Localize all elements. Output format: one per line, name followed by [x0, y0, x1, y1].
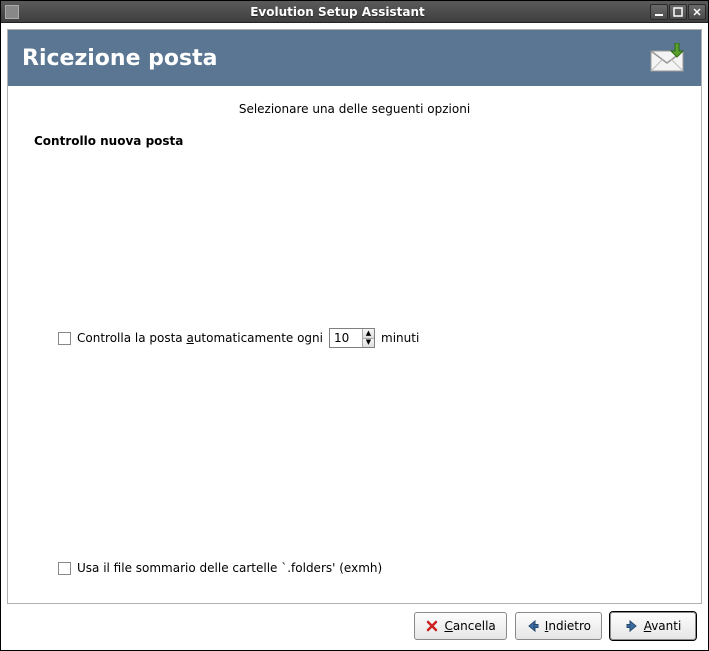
- app-icon: [5, 5, 19, 19]
- page-title: Ricezione posta: [22, 46, 647, 71]
- client-area: Ricezione posta Selezionare una delle se…: [1, 23, 708, 650]
- arrow-right-icon: [625, 619, 639, 633]
- folders-summary-checkbox[interactable]: [58, 562, 71, 575]
- spin-up-button[interactable]: ▲: [363, 329, 374, 338]
- next-label: Avanti: [644, 619, 682, 633]
- maximize-button[interactable]: [669, 4, 687, 20]
- wizard-panel: Ricezione posta Selezionare una delle se…: [7, 29, 702, 604]
- folders-summary-label: Usa il file sommario delle cartelle `.fo…: [77, 561, 382, 575]
- section-heading: Controllo nuova posta: [34, 134, 675, 148]
- window-controls: [650, 4, 706, 20]
- next-button[interactable]: Avanti: [610, 612, 696, 640]
- content-area: Selezionare una delle seguenti opzioni C…: [8, 86, 701, 603]
- spin-down-button[interactable]: ▼: [363, 338, 374, 348]
- wizard-header: Ricezione posta: [8, 30, 701, 86]
- window: Evolution Setup Assistant Ricezione post…: [0, 0, 709, 651]
- minimize-icon: [654, 7, 664, 17]
- interval-spinner: ▲ ▼: [329, 328, 375, 348]
- mail-receive-icon: [647, 43, 687, 73]
- titlebar: Evolution Setup Assistant: [1, 1, 708, 23]
- window-title: Evolution Setup Assistant: [25, 5, 650, 19]
- auto-check-checkbox[interactable]: [58, 332, 71, 345]
- close-button[interactable]: [688, 4, 706, 20]
- auto-check-row: Controlla la posta automaticamente ogni …: [58, 328, 675, 348]
- close-icon: [692, 7, 702, 17]
- interval-input[interactable]: [330, 329, 362, 347]
- auto-check-label: Controlla la posta automaticamente ogni: [77, 331, 323, 345]
- button-bar: Cancella Indietro Avanti: [7, 604, 702, 644]
- options-area: Controlla la posta automaticamente ogni …: [34, 158, 675, 583]
- maximize-icon: [673, 7, 683, 17]
- folders-summary-row: Usa il file sommario delle cartelle `.fo…: [58, 561, 675, 575]
- cancel-icon: [425, 619, 439, 633]
- minimize-button[interactable]: [650, 4, 668, 20]
- instruction-text: Selezionare una delle seguenti opzioni: [34, 102, 675, 116]
- arrow-left-icon: [526, 619, 540, 633]
- back-label: Indietro: [545, 619, 591, 633]
- interval-unit: minuti: [381, 331, 419, 345]
- cancel-button[interactable]: Cancella: [414, 612, 506, 640]
- back-button[interactable]: Indietro: [515, 612, 602, 640]
- cancel-label: Cancella: [444, 619, 495, 633]
